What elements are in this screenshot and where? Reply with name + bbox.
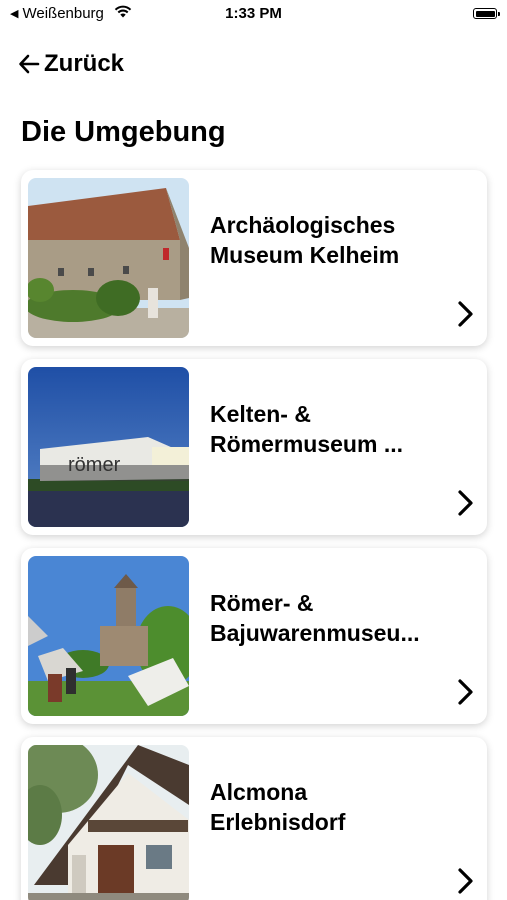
app-screen: ◀ Weißenburg 1:33 PM Zurück Die Umgebung xyxy=(0,0,507,900)
burg-photo xyxy=(28,556,189,716)
attraction-card[interactable]: Archäologisches Museum Kelheim xyxy=(21,170,487,346)
attraction-title: Archäologisches Museum Kelheim xyxy=(210,212,400,268)
chevron-right-icon xyxy=(455,678,475,706)
attraction-title: Alcmona Erlebnisdorf xyxy=(210,779,346,835)
attraction-list: Archäologisches Museum Kelheim römer Kel… xyxy=(21,170,487,900)
roemermuseum-photo: römer xyxy=(28,367,189,527)
status-time: 1:33 PM xyxy=(225,5,282,22)
chevron-right-icon xyxy=(455,867,475,895)
arrow-left-icon xyxy=(18,53,40,75)
attraction-card[interactable]: Alcmona Erlebnisdorf xyxy=(21,737,487,900)
attraction-card[interactable]: römer Kelten- & Römermuseum ... xyxy=(21,359,487,535)
erlebnisdorf-photo xyxy=(28,745,189,900)
attraction-title: Römer- & Bajuwarenmuseu... xyxy=(210,590,420,646)
back-label: Zurück xyxy=(44,50,125,77)
attraction-title: Kelten- & Römermuseum ... xyxy=(210,401,403,457)
battery-icon xyxy=(473,8,500,19)
attraction-card[interactable]: Römer- & Bajuwarenmuseu... xyxy=(21,548,487,724)
chevron-right-icon xyxy=(455,300,475,328)
status-bar: ◀ Weißenburg 1:33 PM xyxy=(0,0,507,30)
page-title: Die Umgebung xyxy=(21,116,226,148)
museum-kelheim-photo xyxy=(28,178,189,338)
image-sign-text: römer xyxy=(68,454,121,476)
back-button[interactable]: Zurück xyxy=(18,50,124,78)
chevron-right-icon xyxy=(455,489,475,517)
